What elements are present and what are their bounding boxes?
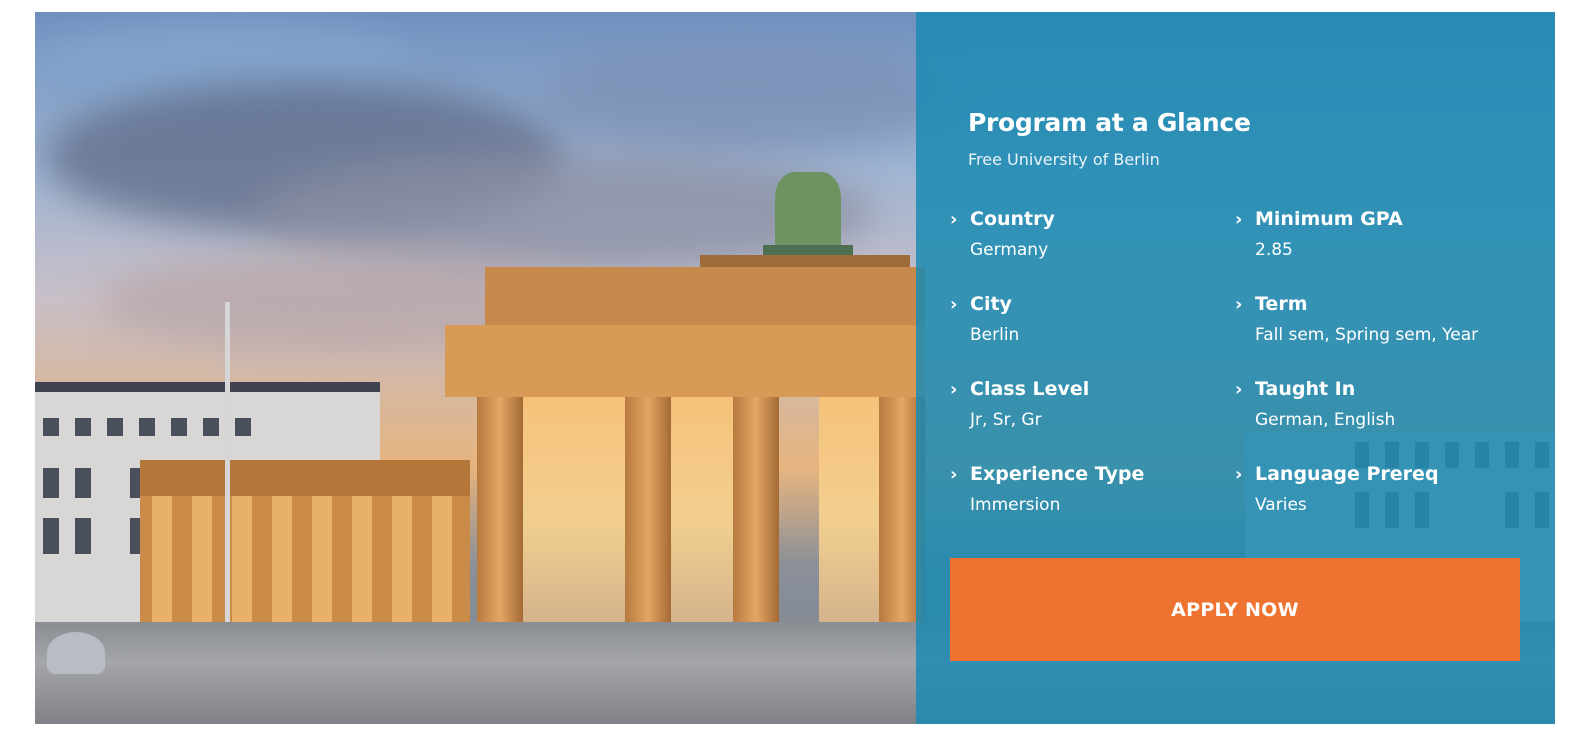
chevron-right-icon: › — [950, 463, 958, 485]
colonnade-wing — [140, 460, 470, 630]
bollard — [47, 632, 105, 674]
chevron-right-icon: › — [950, 293, 958, 315]
info-minimum-gpa: › Minimum GPA 2.85 — [1235, 208, 1525, 260]
info-label: Country — [970, 208, 1055, 230]
info-label: Language Prereq — [1255, 463, 1439, 485]
info-value: Jr, Sr, Gr — [970, 410, 1042, 430]
panel-subtitle: Free University of Berlin — [968, 150, 1160, 169]
cloud — [535, 42, 955, 152]
info-country: › Country Germany — [950, 208, 1240, 260]
chevron-right-icon: › — [950, 208, 958, 230]
program-glance-panel: Program at a Glance Free University of B… — [916, 12, 1555, 724]
lamppost — [225, 302, 230, 632]
info-language-prereq: › Language Prereq Varies — [1235, 463, 1525, 515]
gate — [445, 172, 925, 642]
apply-now-button[interactable]: APPLY NOW — [950, 558, 1520, 661]
info-label: City — [970, 293, 1012, 315]
chevron-right-icon: › — [1235, 293, 1243, 315]
info-label: Taught In — [1255, 378, 1356, 400]
info-value: Immersion — [970, 495, 1061, 515]
info-label: Class Level — [970, 378, 1090, 400]
chevron-right-icon: › — [1235, 208, 1243, 230]
hero-banner: Program at a Glance Free University of B… — [35, 12, 1555, 724]
info-taught-in: › Taught In German, English — [1235, 378, 1525, 430]
info-value: Berlin — [970, 325, 1020, 345]
info-value: Fall sem, Spring sem, Year — [1255, 325, 1479, 345]
info-value: 2.85 — [1255, 240, 1293, 260]
info-value: German, English — [1255, 410, 1396, 430]
info-experience-type: › Experience Type Immersion — [950, 463, 1240, 515]
chevron-right-icon: › — [1235, 463, 1243, 485]
panel-title: Program at a Glance — [968, 108, 1251, 137]
info-value: Germany — [970, 240, 1049, 260]
info-label: Minimum GPA — [1255, 208, 1403, 230]
info-label: Experience Type — [970, 463, 1145, 485]
info-value: Varies — [1255, 495, 1307, 515]
info-class-level: › Class Level Jr, Sr, Gr — [950, 378, 1240, 430]
chevron-right-icon: › — [950, 378, 958, 400]
info-city: › City Berlin — [950, 293, 1240, 345]
info-term: › Term Fall sem, Spring sem, Year — [1235, 293, 1525, 345]
chevron-right-icon: › — [1235, 378, 1243, 400]
info-label: Term — [1255, 293, 1308, 315]
